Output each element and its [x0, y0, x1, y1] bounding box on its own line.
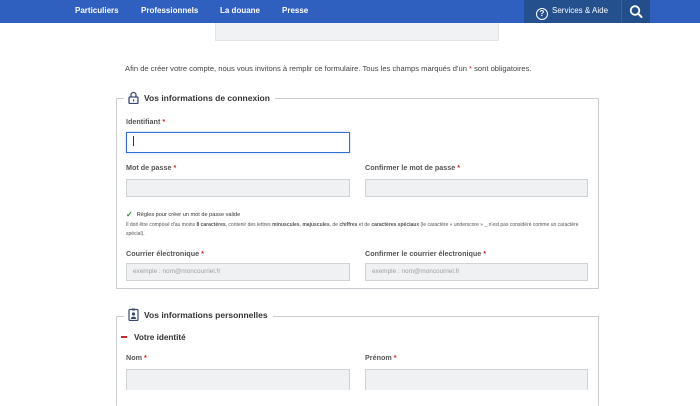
password-input[interactable]: [126, 179, 350, 197]
password-label-text: Mot de passe: [126, 163, 172, 172]
fieldset-personnel: [116, 316, 599, 406]
password-label: Mot de passe *: [126, 163, 176, 172]
required-star: *: [393, 353, 397, 362]
search-button[interactable]: [622, 0, 650, 23]
text-caret: [133, 136, 134, 146]
nav-presse[interactable]: Presse: [282, 0, 308, 23]
password-confirm-label: Confirmer le mot de passe *: [365, 163, 460, 172]
password-confirm-label-text: Confirmer le mot de passe: [365, 163, 456, 172]
nav-particuliers[interactable]: Particuliers: [75, 0, 119, 23]
password-confirm-input[interactable]: [365, 179, 588, 197]
form-intro: Afin de créer votre compte, nous vous in…: [125, 64, 532, 73]
nav-la-douane[interactable]: La douane: [220, 0, 260, 23]
prenom-input[interactable]: [365, 369, 588, 390]
required-star: *: [143, 353, 147, 362]
search-icon: [629, 5, 643, 18]
email-label-text: Courrier électronique: [126, 249, 200, 258]
rules-speciaux: caractères spéciaux: [371, 222, 420, 228]
rules-chiffres: chiffres: [339, 222, 358, 228]
rules-mid1: , contenir des lettres: [225, 222, 273, 228]
identifiant-input[interactable]: [126, 132, 350, 153]
nom-label: Nom *: [126, 353, 147, 362]
legend-connexion: Vos informations de connexion: [124, 91, 275, 106]
intro-text: Afin de créer votre compte, nous vous in…: [125, 64, 470, 73]
required-star: *: [457, 163, 461, 172]
rules-intro: Il doit être composé d'au moins: [126, 222, 197, 228]
required-star: *: [162, 117, 166, 126]
services-aide-button[interactable]: ? Services & Aide: [524, 0, 621, 23]
identite-heading-text: Votre identité: [134, 333, 186, 342]
id-badge-icon: [128, 308, 139, 323]
password-rules-title: ✓ Règles pour créer un mot de passe valid…: [126, 210, 240, 219]
legend-personnel: Vos informations personnelles: [124, 308, 273, 323]
password-rules-text: Il doit être composé d'au moins 8 caract…: [126, 221, 590, 239]
email-placeholder: exemple : nom@moncourriel.fr: [133, 268, 221, 275]
question-icon: ?: [536, 8, 548, 20]
rules-mid2: , de: [329, 222, 340, 228]
rules-mid3: et de: [357, 222, 372, 228]
email-confirm-label-text: Confirmer le courrier électronique: [365, 249, 482, 258]
prenom-label-text: Prénom: [365, 353, 392, 362]
email-label: Courrier électronique *: [126, 249, 204, 258]
intro-text-end: sont obligatoires.: [472, 64, 532, 73]
identifiant-label: Identifiant *: [126, 117, 165, 126]
identifiant-label-text: Identifiant: [126, 117, 161, 126]
nom-input[interactable]: [126, 369, 350, 390]
top-navigation: Particuliers Professionnels La douane Pr…: [0, 0, 700, 23]
identite-heading: Votre identité: [121, 333, 186, 342]
email-input[interactable]: exemple : nom@moncourriel.fr: [126, 263, 350, 281]
rules-majus: majuscules: [302, 222, 330, 228]
email-confirm-input[interactable]: exemple : nom@moncourriel.fr: [365, 263, 588, 281]
nom-label-text: Nom: [126, 353, 142, 362]
legend-connexion-text: Vos informations de connexion: [144, 93, 270, 103]
required-star: *: [483, 249, 487, 258]
required-star: *: [201, 249, 204, 258]
nav-professionnels[interactable]: Professionnels: [141, 0, 198, 23]
lock-icon: [128, 91, 139, 106]
check-icon: ✓: [126, 210, 133, 219]
password-rules-title-text: Règles pour créer un mot de passe valide: [136, 212, 241, 218]
prenom-label: Prénom *: [365, 353, 397, 362]
legend-personnel-text: Vos informations personnelles: [144, 310, 268, 320]
banner-remnant: [215, 23, 499, 41]
email-confirm-placeholder: exemple : nom@moncourriel.fr: [372, 268, 460, 275]
dash-marker: [121, 336, 127, 338]
services-aide-label: Services & Aide: [552, 6, 609, 15]
email-confirm-label: Confirmer le courrier électronique *: [365, 249, 486, 258]
required-star: *: [173, 163, 177, 172]
rules-min: 8 caractères: [196, 222, 226, 228]
rules-minus: minuscules: [272, 222, 300, 228]
